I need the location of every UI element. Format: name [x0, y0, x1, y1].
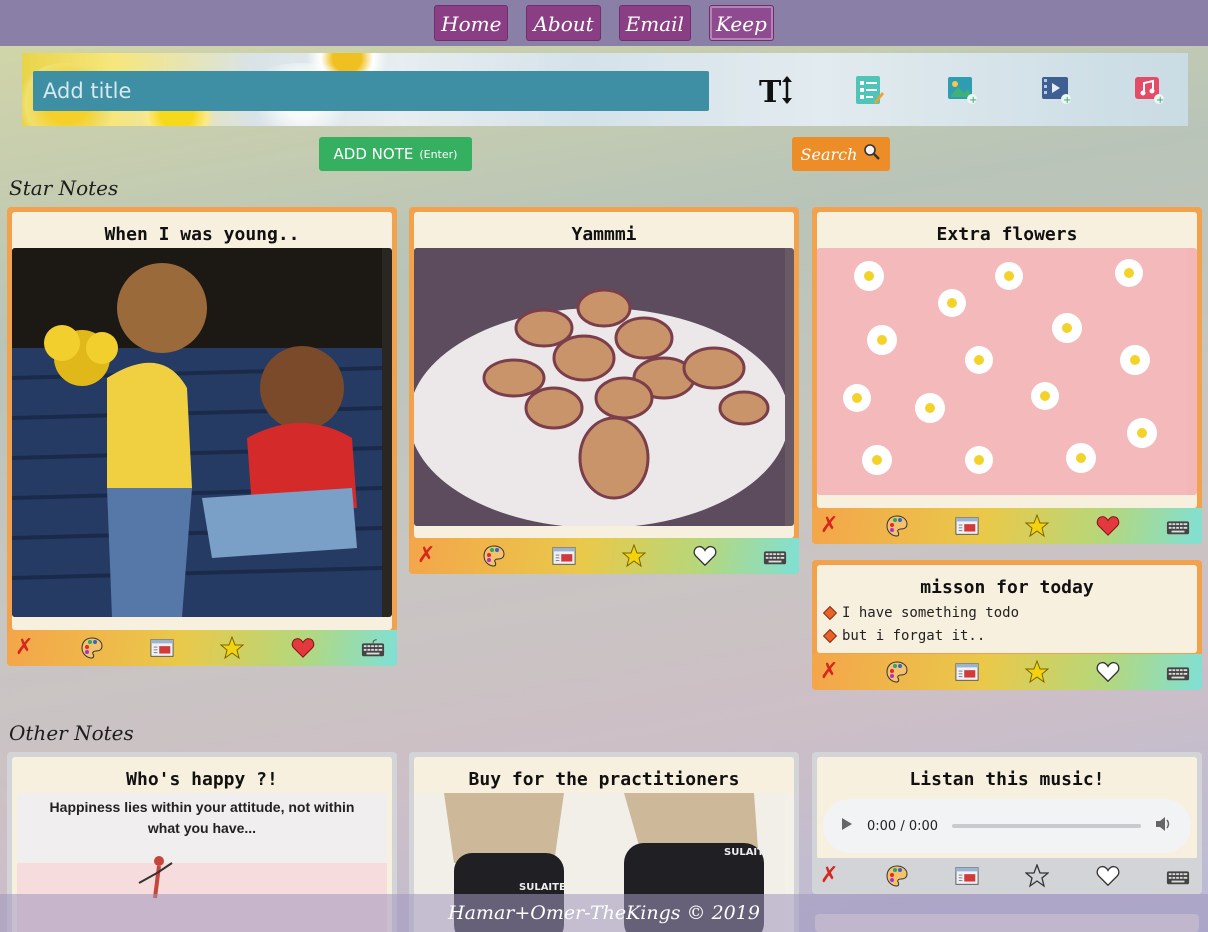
star-icon[interactable]	[1025, 660, 1050, 684]
note-title: Buy for the practitioners	[468, 769, 740, 790]
keyboard-icon[interactable]	[1166, 660, 1190, 684]
todo-item[interactable]: but i forgat it..	[817, 624, 1197, 647]
note-card: Extra flowers ✗	[812, 207, 1202, 544]
heart-outline-icon[interactable]	[1096, 864, 1120, 888]
brand-text: SULAITE	[724, 847, 771, 858]
note-card: When I was young.. ✗	[7, 207, 397, 666]
add-note-label: ADD NOTE	[333, 145, 414, 163]
add-image-icon[interactable]: +	[944, 73, 980, 107]
note-card: misson for today I have something todo b…	[812, 560, 1202, 690]
email-icon[interactable]	[150, 636, 174, 660]
keyboard-icon[interactable]	[763, 544, 787, 568]
note-toolbar: ✗	[7, 630, 397, 666]
keyboard-icon[interactable]	[361, 636, 385, 660]
note-title: Extra flowers	[936, 224, 1078, 245]
title-input[interactable]: Add title	[33, 71, 709, 111]
star-icon[interactable]	[1025, 514, 1050, 538]
add-note-button[interactable]: ADD NOTE (Enter)	[319, 137, 472, 171]
star-notes-heading: Star Notes	[9, 176, 119, 200]
svg-text:+: +	[1063, 95, 1071, 105]
email-icon[interactable]	[955, 660, 979, 684]
email-icon[interactable]	[955, 864, 979, 888]
email-icon[interactable]	[552, 544, 576, 568]
todo-text: I have something todo	[842, 604, 1020, 621]
svg-text:T: T	[759, 75, 782, 106]
star-outline-icon[interactable]	[1025, 864, 1050, 888]
other-notes-heading: Other Notes	[9, 721, 134, 745]
footer-text: Hamar+Omer-TheKings © 2019	[448, 902, 760, 924]
bullet-diamond-icon	[822, 605, 838, 620]
top-navigation: Home About Email Keep	[0, 0, 1208, 46]
note-title: Listan this music!	[909, 769, 1105, 790]
search-button[interactable]: Search	[792, 137, 890, 171]
brand-text: SULAITE	[519, 882, 566, 893]
delete-icon[interactable]: ✗	[417, 545, 435, 567]
text-size-icon[interactable]: T	[758, 73, 794, 107]
heart-outline-icon[interactable]	[1096, 660, 1120, 684]
audio-progress[interactable]	[952, 824, 1141, 828]
palette-icon[interactable]	[885, 864, 909, 888]
palette-icon[interactable]	[885, 660, 909, 684]
nav-email[interactable]: Email	[618, 5, 691, 41]
nav-home[interactable]: Home	[434, 5, 509, 41]
image-caption: Happiness lies within your attitude, not…	[49, 799, 355, 836]
note-toolbar: ✗	[812, 654, 1202, 690]
note-title: Yammmi	[571, 224, 637, 245]
search-icon	[863, 143, 881, 165]
svg-text:+: +	[1156, 95, 1164, 105]
heart-outline-icon[interactable]	[693, 544, 717, 568]
note-image	[12, 248, 392, 617]
svg-text:+: +	[969, 95, 977, 105]
add-audio-icon[interactable]: +	[1131, 73, 1167, 107]
note-title: Who's happy ?!	[126, 769, 278, 790]
bullet-diamond-icon	[822, 628, 838, 643]
delete-icon[interactable]: ✗	[820, 515, 838, 537]
palette-icon[interactable]	[885, 514, 909, 538]
note-image	[414, 248, 794, 526]
checklist-icon[interactable]	[851, 73, 887, 107]
star-icon[interactable]	[622, 544, 647, 568]
delete-icon[interactable]: ✗	[15, 637, 33, 659]
footer: Hamar+Omer-TheKings © 2019	[0, 894, 1208, 932]
note-toolbar: ✗	[812, 508, 1202, 544]
search-label: Search	[800, 144, 858, 164]
note-toolbar: ✗	[409, 538, 799, 574]
note-card: Listan this music! 0:00 / 0:00 ✗	[812, 752, 1202, 894]
add-note-hint: (Enter)	[419, 147, 458, 161]
note-title: When I was young..	[104, 224, 300, 245]
palette-icon[interactable]	[80, 636, 104, 660]
heart-icon[interactable]	[1096, 514, 1120, 538]
todo-item[interactable]: I have something todo	[817, 601, 1197, 624]
todo-text: but i forgat it..	[842, 627, 986, 644]
keyboard-icon[interactable]	[1166, 514, 1190, 538]
add-video-icon[interactable]: +	[1038, 73, 1074, 107]
note-title: misson for today	[920, 577, 1094, 598]
note-card: Yammmi ✗	[409, 207, 799, 574]
palette-icon[interactable]	[482, 544, 506, 568]
nav-keep[interactable]: Keep	[708, 5, 774, 41]
volume-icon[interactable]	[1155, 816, 1173, 836]
note-toolbar: ✗	[812, 858, 1202, 894]
audio-time: 0:00 / 0:00	[867, 818, 939, 834]
delete-icon[interactable]: ✗	[820, 661, 838, 683]
email-icon[interactable]	[955, 514, 979, 538]
audio-player[interactable]: 0:00 / 0:00	[823, 799, 1191, 853]
play-icon[interactable]	[841, 817, 853, 835]
note-image	[817, 248, 1197, 495]
nav-about[interactable]: About	[526, 5, 601, 41]
delete-icon[interactable]: ✗	[820, 865, 838, 887]
keyboard-icon[interactable]	[1166, 864, 1190, 888]
heart-icon[interactable]	[291, 636, 315, 660]
star-icon[interactable]	[220, 636, 245, 660]
